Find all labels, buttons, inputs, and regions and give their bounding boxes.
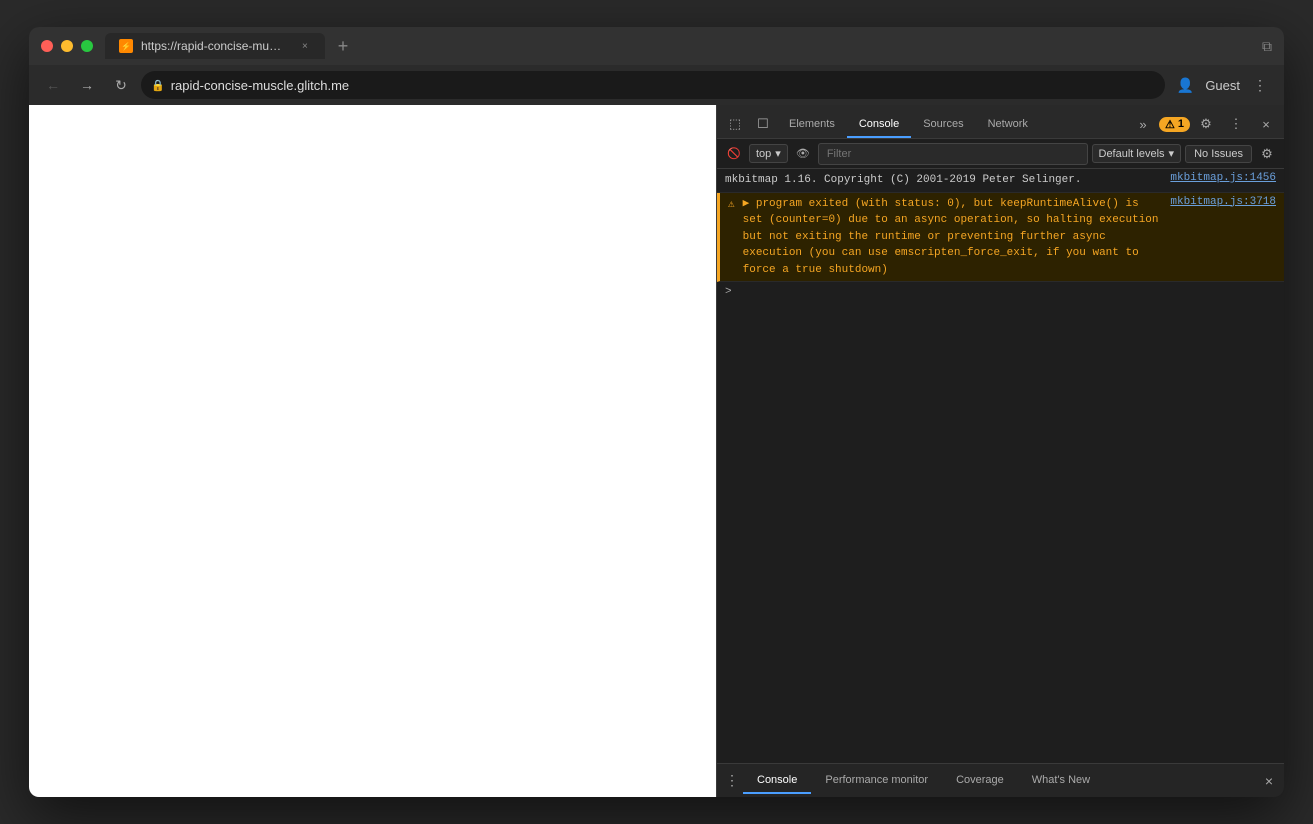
- eye-icon[interactable]: 👁: [792, 143, 814, 165]
- context-label: top: [756, 148, 771, 160]
- nav-bar: ← → ↻ 🔒 rapid-concise-muscle.glitch.me 👤…: [29, 65, 1284, 105]
- device-toolbar-icon[interactable]: ☐: [749, 110, 777, 138]
- warning-icon: ⚠: [1165, 118, 1175, 131]
- devtools-settings-icon[interactable]: ⚙: [1192, 110, 1220, 138]
- devtools-close-icon[interactable]: ×: [1252, 110, 1280, 138]
- tab-sources[interactable]: Sources: [911, 112, 975, 138]
- devtools-tabs-right: » ⚠ 1 ⚙ ⋮ ×: [1129, 110, 1280, 138]
- console-warning-link[interactable]: mkbitmap.js:3718: [1170, 196, 1276, 208]
- context-selector[interactable]: top ▾: [749, 144, 788, 163]
- tab-favicon: ⚡: [119, 39, 133, 53]
- context-arrow-icon: ▾: [775, 147, 781, 160]
- tab-elements[interactable]: Elements: [777, 112, 847, 138]
- warning-line-icon: ⚠: [728, 197, 735, 211]
- forward-button[interactable]: →: [73, 71, 101, 99]
- warning-count: 1: [1178, 118, 1184, 130]
- title-bar: ⚡ https://rapid-concise-muscle.g... × + …: [29, 27, 1284, 65]
- console-warning-text: ▶ program exited (with status: 0), but k…: [743, 196, 1163, 279]
- close-button[interactable]: [41, 40, 53, 52]
- guest-label: Guest: [1205, 78, 1240, 93]
- console-output: mkbitmap 1.16. Copyright (C) 2001-2019 P…: [717, 169, 1284, 763]
- console-line-warning: ⚠ ▶ program exited (with status: 0), but…: [717, 193, 1284, 283]
- traffic-lights: [41, 40, 93, 52]
- address-text: rapid-concise-muscle.glitch.me: [171, 78, 349, 93]
- new-tab-button[interactable]: +: [329, 32, 357, 60]
- tab-title: https://rapid-concise-muscle.g...: [141, 39, 287, 53]
- drawer-tab-console[interactable]: Console: [743, 768, 811, 794]
- title-bar-right: ⧉: [1262, 38, 1272, 55]
- main-area: ⬚ ☐ Elements Console Sources Network » ⚠…: [29, 105, 1284, 797]
- warning-badge[interactable]: ⚠ 1: [1159, 117, 1190, 132]
- devtools-tabs: ⬚ ☐ Elements Console Sources Network » ⚠…: [717, 105, 1284, 139]
- inspect-element-icon[interactable]: ⬚: [721, 110, 749, 138]
- console-prompt[interactable]: >: [717, 282, 1284, 302]
- drawer-close-button[interactable]: ×: [1258, 770, 1280, 792]
- tab-close-button[interactable]: ×: [299, 39, 311, 53]
- log-levels-arrow-icon: ▾: [1169, 147, 1175, 160]
- profile-icon[interactable]: 👤: [1171, 71, 1199, 99]
- console-line-info: mkbitmap 1.16. Copyright (C) 2001-2019 P…: [717, 169, 1284, 193]
- browser-tab[interactable]: ⚡ https://rapid-concise-muscle.g... ×: [105, 33, 325, 59]
- address-bar[interactable]: 🔒 rapid-concise-muscle.glitch.me: [141, 71, 1165, 99]
- console-prompt-arrow: >: [725, 286, 732, 298]
- reload-button[interactable]: ↻: [107, 71, 135, 99]
- maximize-button[interactable]: [81, 40, 93, 52]
- drawer-tab-coverage[interactable]: Coverage: [942, 768, 1018, 794]
- nav-right: 👤 Guest ⋮: [1171, 71, 1274, 99]
- back-button[interactable]: ←: [39, 71, 67, 99]
- drawer-tab-performance-monitor[interactable]: Performance monitor: [811, 768, 942, 794]
- devtools-panel: ⬚ ☐ Elements Console Sources Network » ⚠…: [716, 105, 1284, 797]
- tabs-bar: ⚡ https://rapid-concise-muscle.g... × +: [105, 32, 1262, 60]
- window-maximize-icon[interactable]: ⧉: [1262, 38, 1272, 55]
- clear-console-button[interactable]: 🚫: [723, 143, 745, 165]
- log-levels-label: Default levels: [1099, 148, 1165, 160]
- log-levels-selector[interactable]: Default levels ▾: [1092, 144, 1182, 163]
- console-info-text: mkbitmap 1.16. Copyright (C) 2001-2019 P…: [725, 172, 1162, 189]
- minimize-button[interactable]: [61, 40, 73, 52]
- filter-input[interactable]: [818, 143, 1088, 165]
- more-tabs-icon[interactable]: »: [1129, 110, 1157, 138]
- drawer-tabs: ⋮ Console Performance monitor Coverage W…: [717, 763, 1284, 797]
- console-info-link[interactable]: mkbitmap.js:1456: [1170, 172, 1276, 184]
- page-content: [29, 105, 716, 797]
- drawer-tab-whats-new[interactable]: What's New: [1018, 768, 1104, 794]
- no-issues-button[interactable]: No Issues: [1185, 145, 1252, 163]
- toolbar-settings-icon[interactable]: ⚙: [1256, 143, 1278, 165]
- drawer-menu-icon[interactable]: ⋮: [721, 770, 743, 792]
- devtools-more-icon[interactable]: ⋮: [1222, 110, 1250, 138]
- browser-window: ⚡ https://rapid-concise-muscle.g... × + …: [29, 27, 1284, 797]
- lock-icon: 🔒: [151, 79, 165, 92]
- more-options-button[interactable]: ⋮: [1246, 71, 1274, 99]
- devtools-toolbar: 🚫 top ▾ 👁 Default levels ▾ No Issues ⚙: [717, 139, 1284, 169]
- tab-console[interactable]: Console: [847, 112, 911, 138]
- tab-network[interactable]: Network: [976, 112, 1040, 138]
